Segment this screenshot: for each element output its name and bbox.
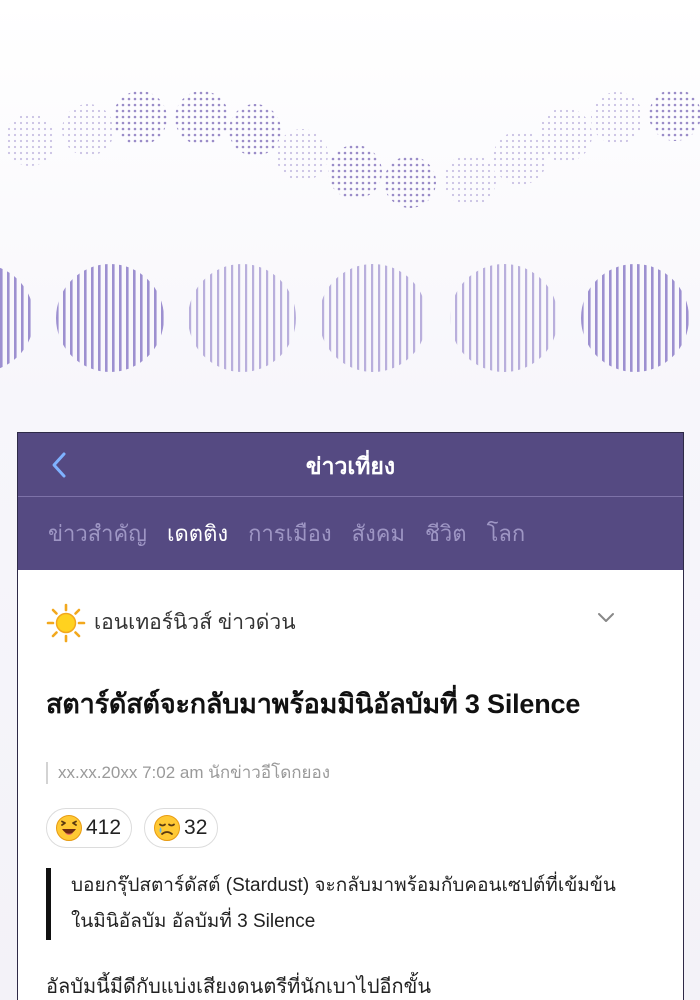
category-tabs: ข่าวสำคัญ เดตติง การเมือง สังคม ชีวิต โล… <box>18 497 683 570</box>
quote-line-1: บอยกรุ๊ปสตาร์ดัสต์ (Stardust) จะกลับมาพร… <box>71 875 616 897</box>
app-header: ข่าวเที่ยง <box>18 433 683 497</box>
halftone-dot-circle <box>384 156 436 208</box>
reaction-laugh-count: 412 <box>86 816 122 840</box>
halftone-dot-circle <box>328 145 382 199</box>
striped-circle <box>188 264 296 372</box>
striped-circle <box>56 264 164 372</box>
decorative-background <box>0 89 700 372</box>
page-title: ข่าวเที่ยง <box>305 453 396 479</box>
tab-life[interactable]: ชีวิต <box>425 516 467 551</box>
halftone-dot-circle <box>591 92 643 144</box>
tab-world[interactable]: โลก <box>487 516 526 551</box>
tab-headlines[interactable]: ข่าวสำคัญ <box>48 516 147 551</box>
striped-circle <box>581 264 689 372</box>
news-app-window: ข่าวเที่ยง ข่าวสำคัญ เดตติง การเมือง สัง… <box>17 432 684 1000</box>
striped-circle <box>0 267 34 369</box>
article-meta: xx.xx.20xx 7:02 am นักข่าวอีโดกยอง <box>46 762 655 785</box>
halftone-dot-circle <box>229 104 281 156</box>
article-lead-quote: บอยกรุ๊ปสตาร์ดัสต์ (Stardust) จะกลับมาพร… <box>46 868 636 941</box>
tab-society[interactable]: สังคม <box>352 516 405 551</box>
halftone-dot-circle <box>444 154 496 206</box>
chevron-down-icon[interactable] <box>597 612 615 624</box>
reaction-cry-count: 32 <box>184 816 208 840</box>
halftone-dot-circle <box>175 91 229 145</box>
news-category-row[interactable]: เอนเทอร์นิวส์ ข่าวด่วน <box>46 570 655 675</box>
article-content: เอนเทอร์นิวส์ ข่าวด่วน สตาร์ดัสต์จะกลับม… <box>18 570 683 1000</box>
reaction-laugh-button[interactable]: 412 <box>46 808 133 849</box>
striped-circle <box>450 264 558 372</box>
category-label: เอนเทอร์นิวส์ ข่าวด่วน <box>94 611 296 634</box>
halftone-dot-circle <box>538 108 592 162</box>
reaction-cry-button[interactable]: 32 <box>144 808 219 849</box>
reactions-bar: 412 32 <box>46 808 655 849</box>
tab-dating[interactable]: เดตติง <box>167 516 228 551</box>
article-headline: สตาร์ดัสต์จะกลับมาพร้อมมินิอัลบัมที่ 3 S… <box>46 689 581 719</box>
halftone-dot-circle <box>276 129 328 181</box>
crying-face-icon <box>154 815 181 842</box>
halftone-dot-circle <box>649 89 700 141</box>
article-body: อัลบัมนี้มีดีกับแบ่งเสียงดนตรีที่นักเบาไ… <box>46 976 432 999</box>
striped-circle <box>319 264 427 372</box>
halftone-dot-circle <box>4 114 56 166</box>
laughing-face-icon <box>56 815 82 842</box>
tab-politics[interactable]: การเมือง <box>248 516 331 551</box>
halftone-dot-circle <box>113 91 167 145</box>
sun-icon <box>46 603 86 642</box>
quote-line-2: ในมินิอัลบัม อัลบัมที่ 3 Silence <box>71 911 316 933</box>
halftone-dot-circle <box>62 104 114 156</box>
